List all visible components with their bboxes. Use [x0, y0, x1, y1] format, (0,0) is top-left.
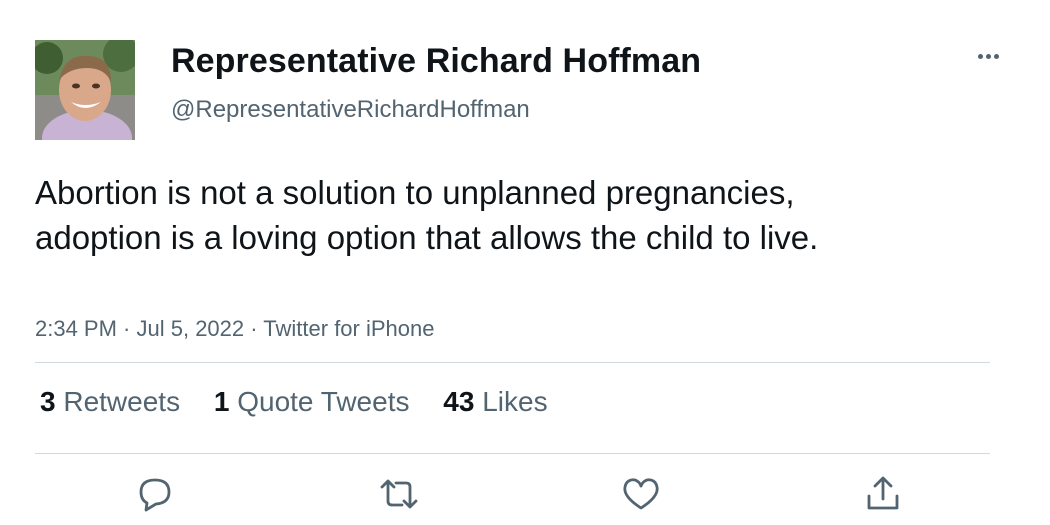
- likes-label: Likes: [482, 386, 548, 417]
- tweet-meta: 2:34 PM · Jul 5, 2022 · Twitter for iPho…: [35, 316, 434, 342]
- tweet-source[interactable]: Twitter for iPhone: [263, 316, 434, 341]
- divider-bottom: [35, 453, 990, 454]
- avatar-image: [35, 40, 135, 140]
- like-icon[interactable]: [619, 472, 663, 516]
- tweet-date[interactable]: Jul 5, 2022: [137, 316, 245, 341]
- reply-icon[interactable]: [133, 472, 177, 516]
- retweets-label: Retweets: [63, 386, 181, 417]
- meta-separator: ·: [244, 316, 264, 341]
- likes-count: 43: [443, 386, 475, 417]
- retweets-stat[interactable]: 3 Retweets: [40, 386, 180, 418]
- quote-tweets-stat[interactable]: 1 Quote Tweets: [214, 386, 410, 418]
- more-dot: [977, 53, 983, 59]
- more-dot: [993, 53, 999, 59]
- likes-stat[interactable]: 43 Likes: [443, 386, 547, 418]
- quote-tweets-label: Quote Tweets: [237, 386, 410, 417]
- tweet-time[interactable]: 2:34 PM: [35, 316, 117, 341]
- avatar[interactable]: [35, 40, 135, 140]
- more-dot: [985, 53, 991, 59]
- share-icon-graphic: [867, 476, 899, 510]
- engagement-stats: 3 Retweets 1 Quote Tweets 43 Likes: [40, 386, 574, 418]
- share-icon[interactable]: [861, 472, 905, 516]
- retweet-icon[interactable]: [377, 472, 421, 516]
- retweet-icon-graphic: [380, 479, 418, 509]
- quote-tweets-count: 1: [213, 386, 230, 417]
- like-icon-graphic: [623, 478, 659, 510]
- display-name[interactable]: Representative Richard Hoffman: [171, 42, 701, 81]
- user-handle[interactable]: @RepresentativeRichardHoffman: [171, 96, 530, 124]
- meta-separator: ·: [116, 316, 137, 341]
- tweet-text: Abortion is not a solution to unplanned …: [35, 174, 819, 256]
- divider-top: [35, 362, 990, 363]
- retweets-count: 3: [40, 386, 56, 417]
- reply-icon-graphic: [139, 478, 171, 512]
- more-options-icon[interactable]: [970, 42, 1006, 70]
- action-bar: [0, 472, 1050, 516]
